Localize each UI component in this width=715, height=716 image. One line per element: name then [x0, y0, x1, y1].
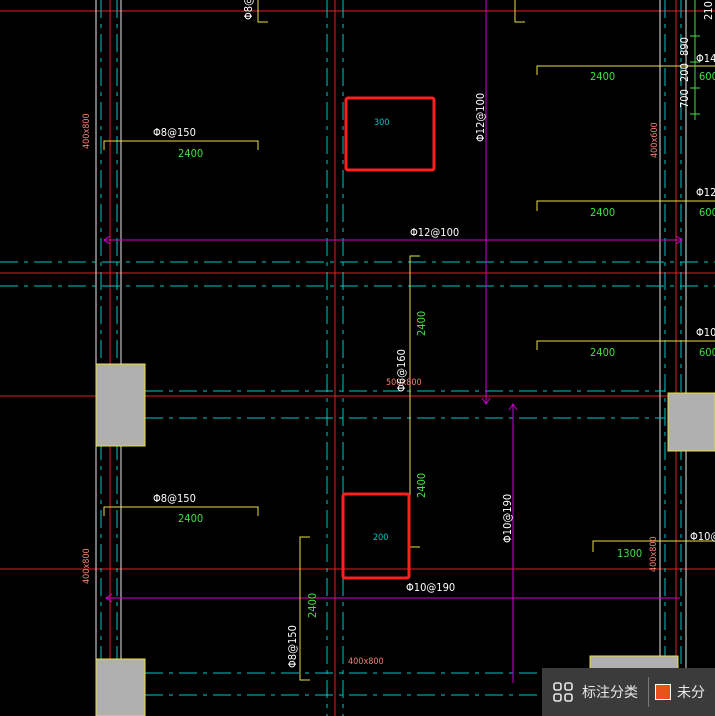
label-dim-2400-mid-left: 2400 — [178, 512, 203, 525]
status-separator — [648, 677, 649, 707]
label-dim-2400-right-3: 2400 — [590, 346, 615, 359]
label-phi8-150-mid: Φ8@150 — [153, 492, 196, 505]
column-left-bottom — [95, 658, 146, 716]
label-phi6-160: Φ6@160 — [395, 349, 408, 392]
label-dim-210: 210 — [702, 1, 715, 20]
label-hole-300: 300 — [374, 118, 389, 128]
label-phi8-150-vert: Φ8@150 — [286, 625, 299, 668]
label-dim-2400-right-1: 2400 — [590, 70, 615, 83]
grid-icon — [553, 682, 573, 702]
column-left-mid — [95, 363, 146, 447]
label-dim-2400-vert-c: 2400 — [306, 593, 319, 618]
label-dim-2400-vert-b: 2400 — [415, 473, 428, 498]
label-600-b: 600 — [699, 206, 715, 219]
label-600-a: 600 — [699, 70, 715, 83]
label-size-400x800-bottom: 400x800 — [348, 657, 384, 667]
label-size-400x800-right: 400x800 — [649, 536, 659, 572]
classify-button[interactable]: 标注分类 — [542, 668, 644, 716]
label-size-400x800-left-bottom: 400x800 — [82, 548, 92, 584]
label-phi14-right: Φ14 — [696, 52, 715, 65]
classify-label: 标注分类 — [582, 685, 638, 701]
label-hole-200: 200 — [373, 533, 388, 543]
unclassified-color-swatch — [655, 684, 671, 700]
label-phi8-top-clip: Φ8@ — [242, 0, 255, 20]
label-dim-700: 700 — [678, 89, 691, 108]
label-phi12-100-vert: Φ12@100 — [474, 93, 487, 142]
label-phi10-right-a: Φ10@ — [690, 530, 715, 543]
unclassified-filter[interactable]: 未分 — [655, 668, 705, 716]
label-phi10-right-b: Φ10 — [696, 326, 715, 339]
column-right-mid — [667, 392, 715, 452]
cad-drawing-canvas[interactable]: Φ8@150 2400 Φ8@150 2400 2400 2400 2400 1… — [0, 0, 715, 716]
label-dim-2400-right-2: 2400 — [590, 206, 615, 219]
label-phi12-100-horiz: Φ12@100 — [410, 226, 459, 239]
label-phi8-150-top: Φ8@150 — [153, 126, 196, 139]
label-size-400x600: 400x600 — [650, 122, 660, 158]
unclassified-label: 未分 — [677, 685, 705, 701]
label-600-c: 600 — [699, 346, 715, 359]
label-size-400x800-left-top: 400x800 — [82, 113, 92, 149]
status-bar: 标注分类 未分 — [542, 668, 715, 716]
label-phi12-right: Φ12 — [696, 186, 715, 199]
label-dim-200: 200 — [678, 63, 691, 82]
label-dim-2400-top-left: 2400 — [178, 147, 203, 160]
label-phi10-190-vert: Φ10@190 — [501, 494, 514, 543]
label-phi10-190-horiz: Φ10@190 — [406, 581, 455, 594]
label-dim-1300: 1300 — [617, 547, 642, 560]
label-dim-890: 890 — [678, 37, 691, 56]
label-dim-2400-vert-a: 2400 — [415, 311, 428, 336]
